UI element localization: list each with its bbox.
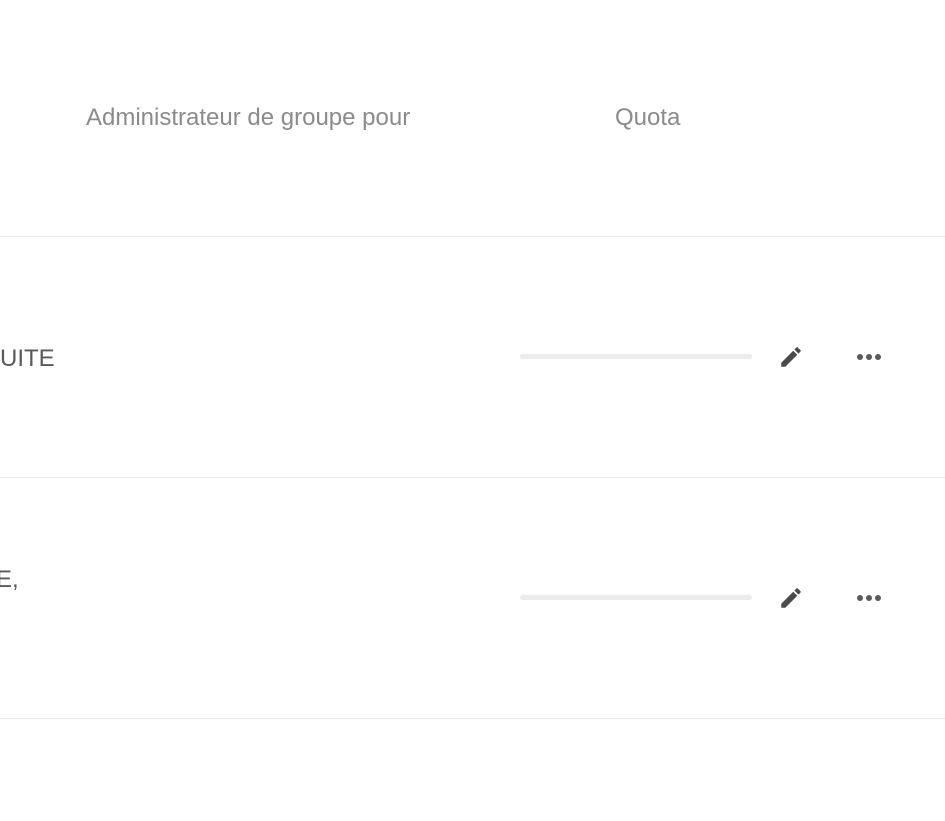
group-admin-cell: E, (0, 566, 19, 593)
more-actions-button[interactable] (849, 337, 889, 377)
table-header: Administrateur de groupe pour Quota (0, 0, 945, 237)
more-horizontal-icon (857, 354, 881, 360)
table-row: UITE (0, 237, 945, 478)
more-horizontal-icon (857, 595, 881, 601)
group-admin-cell: UITE (0, 345, 55, 372)
pencil-icon (781, 347, 801, 367)
quota-progress-bar (520, 595, 752, 600)
column-header-group-admin[interactable]: Administrateur de groupe pour (86, 104, 410, 132)
column-header-quota[interactable]: Quota (615, 104, 680, 132)
quota-progress-bar (520, 354, 752, 359)
more-actions-button[interactable] (849, 578, 889, 618)
table-row: E, (0, 478, 945, 719)
edit-user-button[interactable] (771, 578, 811, 618)
edit-user-button[interactable] (771, 337, 811, 377)
pencil-icon (781, 588, 801, 608)
users-table: Administrateur de groupe pour Quota UITE… (0, 0, 945, 821)
